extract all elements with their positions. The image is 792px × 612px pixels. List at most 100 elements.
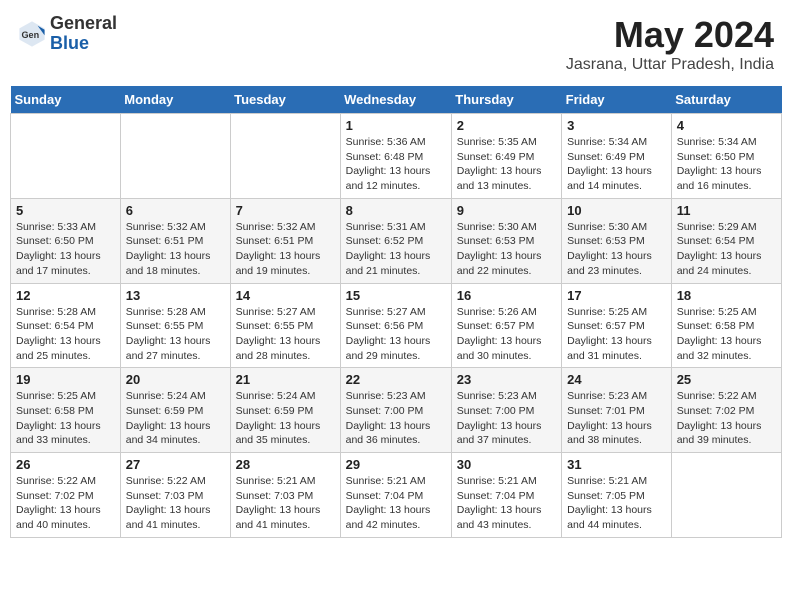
day-cell: 8Sunrise: 5:31 AM Sunset: 6:52 PM Daylig…: [340, 198, 451, 283]
day-number: 11: [677, 203, 776, 218]
day-number: 4: [677, 118, 776, 133]
location: Jasrana, Uttar Pradesh, India: [566, 56, 774, 74]
day-number: 6: [126, 203, 225, 218]
day-info: Sunrise: 5:29 AM Sunset: 6:54 PM Dayligh…: [677, 220, 776, 279]
week-row-3: 12 Sunrise: 5:28 AM Sunset: 6:54 PM Dayli…: [11, 283, 782, 368]
day-cell: 25 Sunrise: 5:22 AM Sunset: 7:02 PM Dayli…: [671, 368, 781, 453]
day-info: Sunrise: 5:32 AM Sunset: 6:51 PM Dayligh…: [236, 220, 335, 279]
day-number: 30: [457, 457, 556, 472]
day-number: 13: [126, 288, 225, 303]
day-cell: 26Sunrise: 5:22 AM Sunset: 7:02 PM Dayli…: [11, 453, 121, 538]
day-info: Sunrise: 5:24 AM Sunset: 6:59 PM Dayligh…: [126, 389, 225, 448]
day-cell: 5Sunrise: 5:33 AM Sunset: 6:50 PM Daylig…: [11, 198, 121, 283]
col-header-thursday: Thursday: [451, 86, 561, 114]
day-cell: 1Sunrise: 5:36 AM Sunset: 6:48 PM Daylig…: [340, 114, 451, 199]
day-cell: 19 Sunrise: 5:25 AM Sunset: 6:58 PM Dayli…: [11, 368, 121, 453]
col-header-monday: Monday: [120, 86, 230, 114]
day-info: Sunrise: 5:25 AM Sunset: 6:58 PM Dayligh…: [677, 305, 776, 364]
col-header-sunday: Sunday: [11, 86, 121, 114]
day-number: 25: [677, 372, 776, 387]
day-info: Sunrise: 5:22 AM Sunset: 7:03 PM Dayligh…: [126, 474, 225, 533]
week-row-1: 1Sunrise: 5:36 AM Sunset: 6:48 PM Daylig…: [11, 114, 782, 199]
day-info: Sunrise: 5:34 AM Sunset: 6:50 PM Dayligh…: [677, 135, 776, 194]
day-number: 14: [236, 288, 335, 303]
day-cell: 17 Sunrise: 5:25 AM Sunset: 6:57 PM Dayli…: [562, 283, 672, 368]
day-number: 17: [567, 288, 666, 303]
day-cell: [120, 114, 230, 199]
day-number: 21: [236, 372, 335, 387]
day-cell: 11 Sunrise: 5:29 AM Sunset: 6:54 PM Dayli…: [671, 198, 781, 283]
day-cell: 29Sunrise: 5:21 AM Sunset: 7:04 PM Dayli…: [340, 453, 451, 538]
col-header-tuesday: Tuesday: [230, 86, 340, 114]
day-info: Sunrise: 5:23 AM Sunset: 7:01 PM Dayligh…: [567, 389, 666, 448]
month-year: May 2024: [566, 14, 774, 56]
day-number: 20: [126, 372, 225, 387]
week-row-2: 5Sunrise: 5:33 AM Sunset: 6:50 PM Daylig…: [11, 198, 782, 283]
day-info: Sunrise: 5:28 AM Sunset: 6:55 PM Dayligh…: [126, 305, 225, 364]
day-info: Sunrise: 5:22 AM Sunset: 7:02 PM Dayligh…: [677, 389, 776, 448]
day-number: 27: [126, 457, 225, 472]
day-info: Sunrise: 5:21 AM Sunset: 7:04 PM Dayligh…: [457, 474, 556, 533]
logo-blue: Blue: [50, 34, 117, 54]
day-number: 24: [567, 372, 666, 387]
day-cell: 13 Sunrise: 5:28 AM Sunset: 6:55 PM Dayli…: [120, 283, 230, 368]
day-number: 8: [346, 203, 446, 218]
day-number: 7: [236, 203, 335, 218]
page-header: Gen General Blue May 2024 Jasrana, Uttar…: [10, 10, 782, 78]
day-cell: 24 Sunrise: 5:23 AM Sunset: 7:01 PM Dayli…: [562, 368, 672, 453]
day-number: 23: [457, 372, 556, 387]
day-info: Sunrise: 5:25 AM Sunset: 6:58 PM Dayligh…: [16, 389, 115, 448]
day-number: 12: [16, 288, 115, 303]
day-info: Sunrise: 5:23 AM Sunset: 7:00 PM Dayligh…: [346, 389, 446, 448]
day-info: Sunrise: 5:32 AM Sunset: 6:51 PM Dayligh…: [126, 220, 225, 279]
day-number: 2: [457, 118, 556, 133]
day-cell: 10Sunrise: 5:30 AM Sunset: 6:53 PM Dayli…: [562, 198, 672, 283]
logo-text: General Blue: [50, 14, 117, 54]
day-info: Sunrise: 5:24 AM Sunset: 6:59 PM Dayligh…: [236, 389, 335, 448]
day-info: Sunrise: 5:21 AM Sunset: 7:05 PM Dayligh…: [567, 474, 666, 533]
day-info: Sunrise: 5:35 AM Sunset: 6:49 PM Dayligh…: [457, 135, 556, 194]
day-cell: 6 Sunrise: 5:32 AM Sunset: 6:51 PM Daylig…: [120, 198, 230, 283]
logo-icon: Gen: [18, 20, 46, 48]
logo: Gen General Blue: [18, 14, 117, 54]
day-number: 15: [346, 288, 446, 303]
day-info: Sunrise: 5:30 AM Sunset: 6:53 PM Dayligh…: [457, 220, 556, 279]
day-cell: 31 Sunrise: 5:21 AM Sunset: 7:05 PM Dayli…: [562, 453, 672, 538]
day-info: Sunrise: 5:22 AM Sunset: 7:02 PM Dayligh…: [16, 474, 115, 533]
day-cell: 22Sunrise: 5:23 AM Sunset: 7:00 PM Dayli…: [340, 368, 451, 453]
day-info: Sunrise: 5:27 AM Sunset: 6:55 PM Dayligh…: [236, 305, 335, 364]
title-block: May 2024 Jasrana, Uttar Pradesh, India: [566, 14, 774, 74]
day-info: Sunrise: 5:26 AM Sunset: 6:57 PM Dayligh…: [457, 305, 556, 364]
week-row-5: 26Sunrise: 5:22 AM Sunset: 7:02 PM Dayli…: [11, 453, 782, 538]
day-number: 9: [457, 203, 556, 218]
day-cell: 15Sunrise: 5:27 AM Sunset: 6:56 PM Dayli…: [340, 283, 451, 368]
day-cell: 28Sunrise: 5:21 AM Sunset: 7:03 PM Dayli…: [230, 453, 340, 538]
day-cell: [230, 114, 340, 199]
day-number: 5: [16, 203, 115, 218]
logo-general: General: [50, 14, 117, 34]
day-cell: 18 Sunrise: 5:25 AM Sunset: 6:58 PM Dayli…: [671, 283, 781, 368]
day-cell: 7 Sunrise: 5:32 AM Sunset: 6:51 PM Daylig…: [230, 198, 340, 283]
day-cell: 16 Sunrise: 5:26 AM Sunset: 6:57 PM Dayli…: [451, 283, 561, 368]
day-cell: 3Sunrise: 5:34 AM Sunset: 6:49 PM Daylig…: [562, 114, 672, 199]
day-cell: 2 Sunrise: 5:35 AM Sunset: 6:49 PM Daylig…: [451, 114, 561, 199]
day-info: Sunrise: 5:28 AM Sunset: 6:54 PM Dayligh…: [16, 305, 115, 364]
day-cell: [671, 453, 781, 538]
day-number: 16: [457, 288, 556, 303]
day-number: 10: [567, 203, 666, 218]
col-header-wednesday: Wednesday: [340, 86, 451, 114]
day-number: 19: [16, 372, 115, 387]
day-number: 31: [567, 457, 666, 472]
day-cell: 14 Sunrise: 5:27 AM Sunset: 6:55 PM Dayli…: [230, 283, 340, 368]
day-info: Sunrise: 5:25 AM Sunset: 6:57 PM Dayligh…: [567, 305, 666, 364]
day-cell: 9 Sunrise: 5:30 AM Sunset: 6:53 PM Daylig…: [451, 198, 561, 283]
svg-text:Gen: Gen: [22, 30, 40, 40]
header-row: SundayMondayTuesdayWednesdayThursdayFrid…: [11, 86, 782, 114]
day-cell: 30 Sunrise: 5:21 AM Sunset: 7:04 PM Dayli…: [451, 453, 561, 538]
day-number: 18: [677, 288, 776, 303]
day-cell: 23Sunrise: 5:23 AM Sunset: 7:00 PM Dayli…: [451, 368, 561, 453]
week-row-4: 19 Sunrise: 5:25 AM Sunset: 6:58 PM Dayli…: [11, 368, 782, 453]
day-cell: 20 Sunrise: 5:24 AM Sunset: 6:59 PM Dayli…: [120, 368, 230, 453]
day-info: Sunrise: 5:21 AM Sunset: 7:03 PM Dayligh…: [236, 474, 335, 533]
col-header-friday: Friday: [562, 86, 672, 114]
